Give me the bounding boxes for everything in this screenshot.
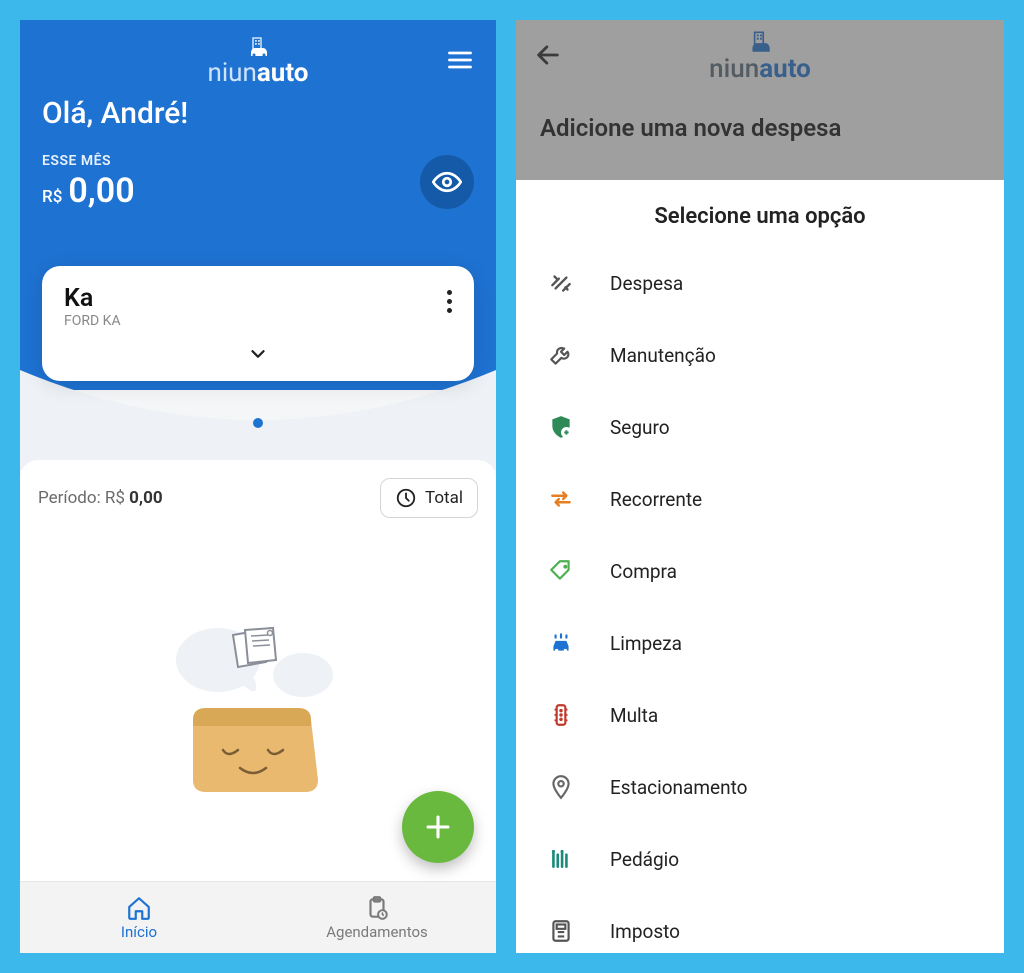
option-label: Recorrente xyxy=(610,488,702,511)
nav-home-label: Início xyxy=(121,923,157,941)
month-label: ESSE MÊS xyxy=(42,153,135,169)
option-traffic[interactable]: Multa xyxy=(546,679,974,751)
period-label: Período: R$ xyxy=(38,488,129,508)
option-label: Compra xyxy=(610,560,677,583)
option-label: Despesa xyxy=(610,272,683,295)
option-carwash[interactable]: Limpeza xyxy=(546,607,974,679)
modal-backdrop-header: niunauto Adicione uma nova despesa xyxy=(516,20,1004,180)
currency-symbol: R$ xyxy=(42,187,62,207)
dim-overlay[interactable] xyxy=(516,20,1004,180)
plus-icon xyxy=(421,810,455,844)
add-expense-fab[interactable] xyxy=(402,791,474,863)
option-expense[interactable]: Despesa xyxy=(546,247,974,319)
carousel-dot-active[interactable] xyxy=(253,418,263,428)
month-amount: R$ 0,00 xyxy=(42,171,135,211)
sheet-title: Selecione uma opção xyxy=(546,204,974,229)
chevron-down-icon xyxy=(247,343,269,365)
option-label: Pedágio xyxy=(610,848,679,871)
bottom-nav: Início Agendamentos xyxy=(20,881,496,953)
carwash-icon xyxy=(546,630,576,656)
clipboard-clock-icon xyxy=(364,895,390,921)
add-expense-screen: niunauto Adicione uma nova despesa Selec… xyxy=(516,20,1004,953)
eye-icon xyxy=(432,167,462,197)
expand-vehicle-button[interactable] xyxy=(64,343,452,369)
expense-icon xyxy=(546,270,576,296)
option-pin[interactable]: Estacionamento xyxy=(546,751,974,823)
period-summary: Período: R$ 0,00 xyxy=(38,488,163,508)
option-label: Seguro xyxy=(610,416,670,439)
repeat-icon xyxy=(546,486,576,512)
option-toll[interactable]: Pedágio xyxy=(546,823,974,895)
app-logo: niunauto xyxy=(208,36,309,88)
option-shield[interactable]: Seguro xyxy=(546,391,974,463)
home-screen: niunauto Olá, André! ESSE MÊS R$ 0,00 xyxy=(20,20,496,953)
logo-icon xyxy=(245,36,271,58)
vehicle-card[interactable]: Ka FORD KA xyxy=(42,266,474,381)
option-sheet: Selecione uma opção Despesa Manutenção Seg… xyxy=(516,180,1004,953)
vehicle-subtitle: FORD KA xyxy=(64,313,121,329)
logo-prefix: niun xyxy=(208,58,257,88)
option-label: Imposto xyxy=(610,920,680,943)
wrench-icon xyxy=(546,342,576,368)
nav-schedules-label: Agendamentos xyxy=(326,923,428,941)
option-label: Manutenção xyxy=(610,344,716,367)
tag-icon xyxy=(546,558,576,584)
shield-icon xyxy=(546,414,576,440)
vehicle-name: Ka xyxy=(64,284,121,313)
nav-home[interactable]: Início xyxy=(20,882,258,953)
greeting: Olá, André! xyxy=(42,96,474,131)
option-wrench[interactable]: Manutenção xyxy=(546,319,974,391)
vehicle-more-button[interactable] xyxy=(447,290,452,313)
option-label: Estacionamento xyxy=(610,776,747,799)
logo-suffix: auto xyxy=(257,58,309,88)
option-repeat[interactable]: Recorrente xyxy=(546,463,974,535)
period-value: 0,00 xyxy=(129,488,162,508)
clock-icon xyxy=(395,487,417,509)
total-chip-label: Total xyxy=(425,488,463,508)
option-tag[interactable]: Compra xyxy=(546,535,974,607)
home-icon xyxy=(126,895,152,921)
option-tax[interactable]: Imposto xyxy=(546,895,974,953)
menu-icon[interactable] xyxy=(446,46,474,78)
pin-icon xyxy=(546,774,576,800)
traffic-icon xyxy=(546,702,576,728)
nav-schedules[interactable]: Agendamentos xyxy=(258,882,496,953)
amount-value: 0,00 xyxy=(68,171,134,211)
option-list: Despesa Manutenção Seguro Recorrente Compra L… xyxy=(546,247,974,953)
header: niunauto Olá, André! ESSE MÊS R$ 0,00 xyxy=(20,20,496,390)
option-label: Limpeza xyxy=(610,632,682,655)
toggle-visibility-button[interactable] xyxy=(420,155,474,209)
tax-icon xyxy=(546,918,576,944)
total-filter-chip[interactable]: Total xyxy=(380,478,478,518)
carousel-dots xyxy=(20,418,496,428)
option-label: Multa xyxy=(610,704,658,727)
toll-icon xyxy=(546,846,576,872)
